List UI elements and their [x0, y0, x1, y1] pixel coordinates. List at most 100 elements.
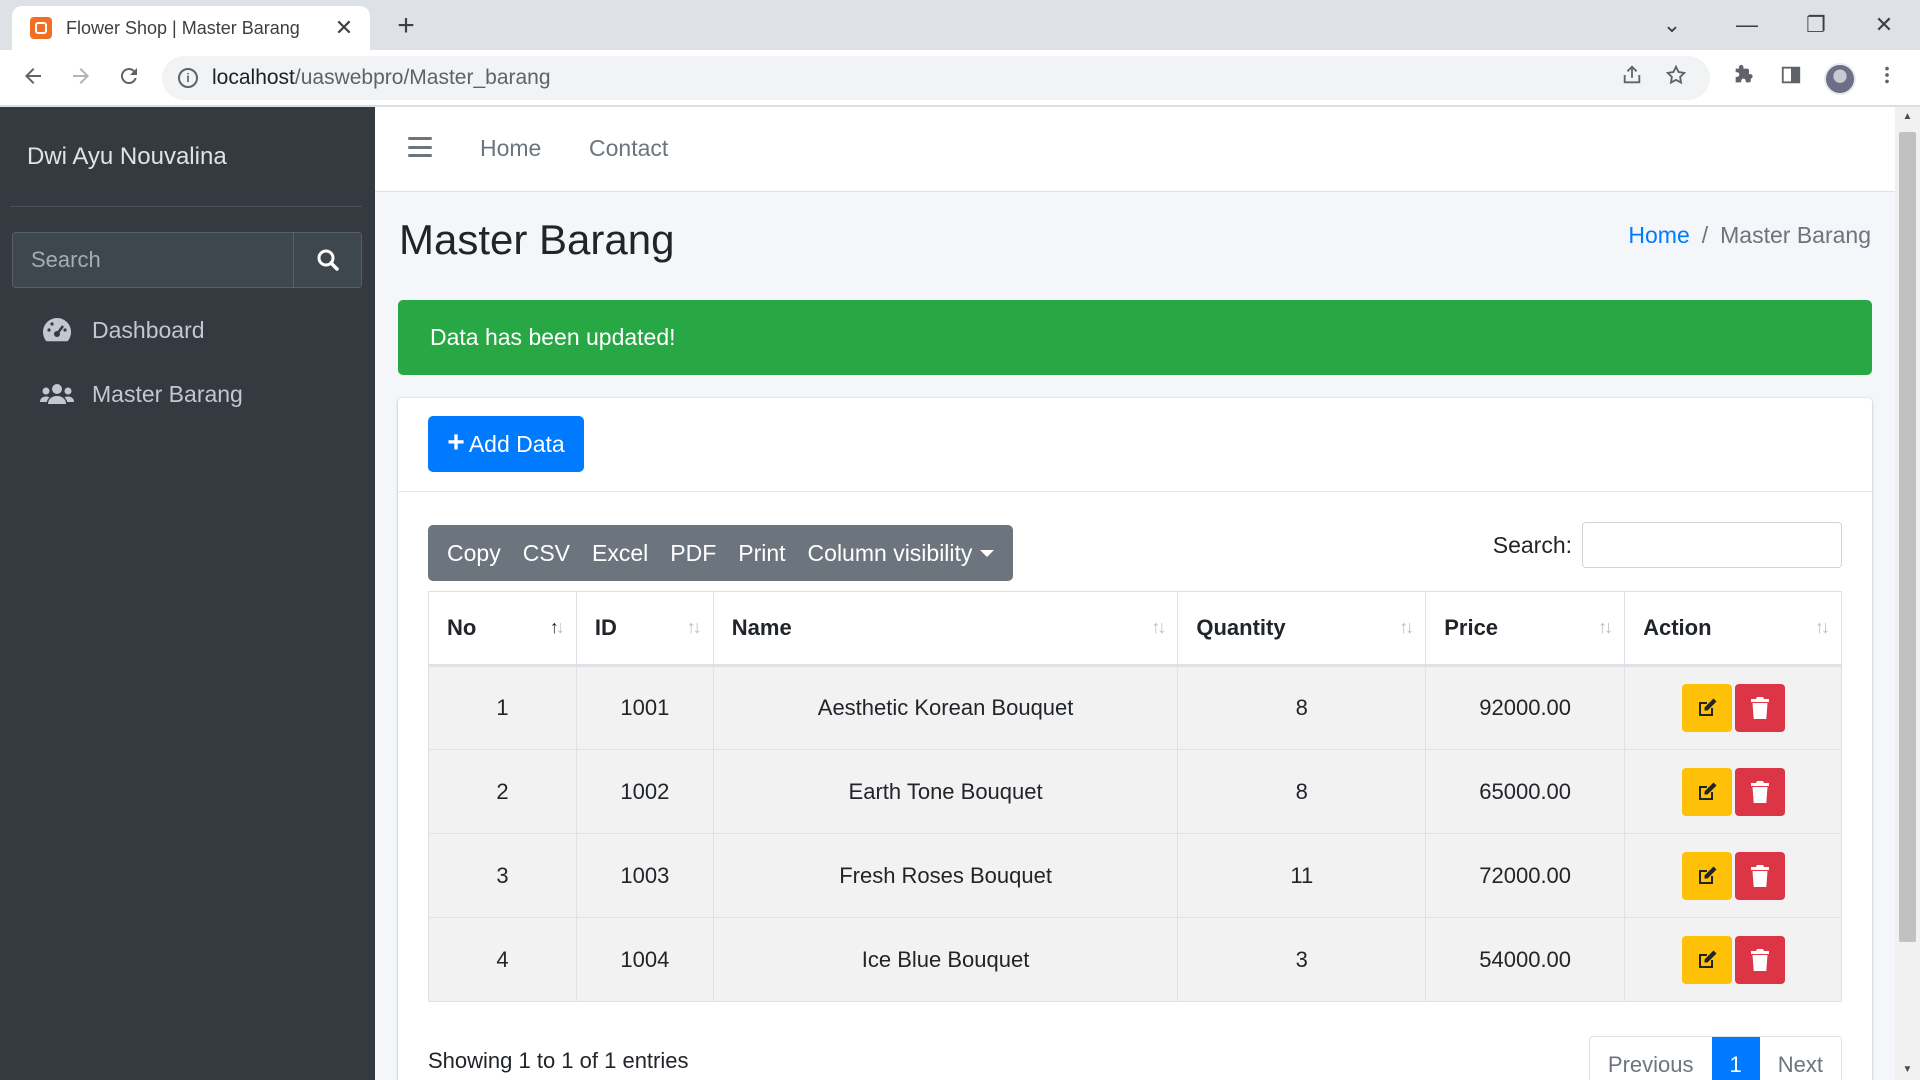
csv-button[interactable]: CSV [512, 525, 581, 581]
data-table: No ↑↓ ID ↑↓ Name ↑↓ Quantity ↑↓ Price ↑↓ Acti… [428, 591, 1842, 1002]
copy-button[interactable]: Copy [436, 525, 512, 581]
sidebar-item-label: Master Barang [92, 380, 243, 407]
sort-icon: ↑↓ [1598, 617, 1613, 637]
back-icon[interactable] [16, 62, 50, 96]
table-header-row: No ↑↓ ID ↑↓ Name ↑↓ Quantity ↑↓ Price ↑↓ Acti… [428, 591, 1842, 667]
profile-avatar[interactable] [1824, 63, 1856, 95]
plus-icon: + [447, 425, 465, 459]
cell-no: 3 [428, 833, 577, 918]
site-info-icon[interactable]: i [178, 68, 198, 88]
trash-icon [1750, 948, 1769, 971]
trash-icon [1750, 864, 1769, 887]
trash-icon [1750, 780, 1769, 803]
column-header-id[interactable]: ID ↑↓ [575, 591, 714, 667]
scroll-thumb[interactable] [1899, 132, 1916, 942]
tab-close-icon[interactable]: ✕ [332, 16, 356, 40]
nav-link-contact[interactable]: Contact [589, 135, 668, 162]
nav-link-home[interactable]: Home [480, 135, 541, 162]
add-data-button[interactable]: + Add Data [428, 416, 584, 472]
cell-no: 4 [428, 917, 577, 1002]
forward-icon[interactable] [64, 62, 98, 96]
browser-toolbar: i localhost/uaswebpro/Master_barang [0, 50, 1920, 106]
tab-search-icon[interactable]: ⌄ [1652, 8, 1692, 42]
excel-button[interactable]: Excel [581, 525, 659, 581]
column-header-price[interactable]: Price ↑↓ [1425, 591, 1626, 667]
cell-name: Fresh Roses Bouquet [712, 833, 1179, 918]
table-search-label: Search: [1492, 531, 1572, 558]
edit-button[interactable] [1681, 684, 1732, 732]
pdf-button[interactable]: PDF [659, 525, 727, 581]
sidebar-item-dashboard[interactable]: Dashboard [40, 310, 205, 350]
edit-icon [1698, 950, 1717, 968]
reload-icon[interactable] [112, 62, 146, 96]
restore-button[interactable]: ❐ [1796, 8, 1836, 42]
column-visibility-dropdown[interactable]: Column visibility [797, 525, 1006, 581]
browser-tab[interactable]: Flower Shop | Master Barang ✕ [12, 6, 370, 50]
share-icon[interactable] [1618, 64, 1646, 92]
sidebar-item-label: Dashboard [92, 316, 205, 343]
breadcrumb-home-link[interactable]: Home [1628, 222, 1689, 249]
page-title: Master Barang [399, 216, 675, 263]
breadcrumb-separator: / [1701, 222, 1709, 248]
edit-button[interactable] [1681, 935, 1732, 984]
minimize-button[interactable]: — [1727, 8, 1767, 42]
column-header-action[interactable]: Action ↑↓ [1624, 591, 1842, 667]
hamburger-menu-icon[interactable] [408, 137, 432, 157]
cell-quantity: 8 [1177, 749, 1427, 834]
scroll-down-icon[interactable]: ▼ [1895, 1060, 1920, 1080]
sidebar-brand[interactable]: Dwi Ayu Nouvalina [27, 143, 227, 171]
cell-no: 1 [428, 665, 577, 750]
sidebar: Dwi Ayu Nouvalina Search Dashboard Maste… [0, 107, 375, 1080]
url-text[interactable]: localhost/uaswebpro/Master_barang [212, 66, 551, 90]
sort-asc-icon: ↑↓ [549, 617, 565, 637]
cell-price: 54000.00 [1425, 917, 1626, 1002]
cell-id: 1001 [575, 665, 714, 750]
sort-icon: ↑↓ [1815, 617, 1830, 637]
cell-id: 1003 [575, 833, 714, 918]
delete-button[interactable] [1734, 767, 1785, 816]
pagination-next[interactable]: Next [1759, 1037, 1841, 1080]
column-header-no[interactable]: No ↑↓ [428, 591, 577, 667]
cell-action [1624, 665, 1842, 750]
bookmark-star-icon[interactable] [1662, 64, 1690, 92]
sort-icon: ↑↓ [1399, 617, 1414, 637]
caret-down-icon [980, 549, 995, 557]
column-header-name[interactable]: Name ↑↓ [712, 591, 1179, 667]
sidebar-search-button[interactable] [293, 233, 361, 287]
tab-title: Flower Shop | Master Barang [66, 17, 300, 38]
address-bar[interactable]: i localhost/uaswebpro/Master_barang [162, 56, 1710, 100]
card-header: + Add Data [398, 398, 1872, 492]
close-window-button[interactable]: ✕ [1864, 8, 1904, 42]
print-button[interactable]: Print [727, 525, 796, 581]
cell-quantity: 3 [1177, 917, 1427, 1002]
sidebar-item-master-barang[interactable]: Master Barang [40, 374, 243, 414]
pagination-page-1[interactable]: 1 [1711, 1037, 1760, 1080]
pagination-previous[interactable]: Previous [1589, 1037, 1712, 1080]
cell-price: 65000.00 [1425, 749, 1626, 834]
edit-button[interactable] [1681, 851, 1732, 900]
column-header-quantity[interactable]: Quantity ↑↓ [1177, 591, 1427, 667]
sidebar-search-input[interactable]: Search [13, 233, 293, 287]
extensions-puzzle-icon[interactable] [1728, 64, 1758, 94]
cell-action [1624, 749, 1842, 834]
delete-button[interactable] [1734, 935, 1785, 984]
search-icon [317, 249, 339, 271]
delete-button[interactable] [1734, 684, 1785, 732]
side-panel-icon[interactable] [1776, 64, 1806, 94]
scroll-up-icon[interactable]: ▲ [1895, 107, 1920, 127]
export-button-group: Copy CSV Excel PDF Print Column visibili… [428, 525, 1014, 581]
edit-button[interactable] [1681, 767, 1732, 816]
tachometer-icon [40, 316, 74, 344]
users-icon [40, 382, 74, 406]
new-tab-button[interactable]: + [390, 10, 422, 42]
cell-name: Aesthetic Korean Bouquet [712, 665, 1179, 750]
page-scrollbar[interactable]: ▲ ▼ [1895, 107, 1920, 1080]
cell-quantity: 8 [1177, 665, 1427, 750]
table-search-input[interactable] [1582, 522, 1842, 568]
browser-menu-icon[interactable] [1872, 64, 1902, 94]
cell-action [1624, 833, 1842, 918]
column-visibility-label: Column visibility [807, 539, 973, 566]
edit-icon [1698, 782, 1717, 800]
delete-button[interactable] [1734, 851, 1785, 900]
table-row: 1 1001 Aesthetic Korean Bouquet 8 92000.… [428, 665, 1842, 750]
